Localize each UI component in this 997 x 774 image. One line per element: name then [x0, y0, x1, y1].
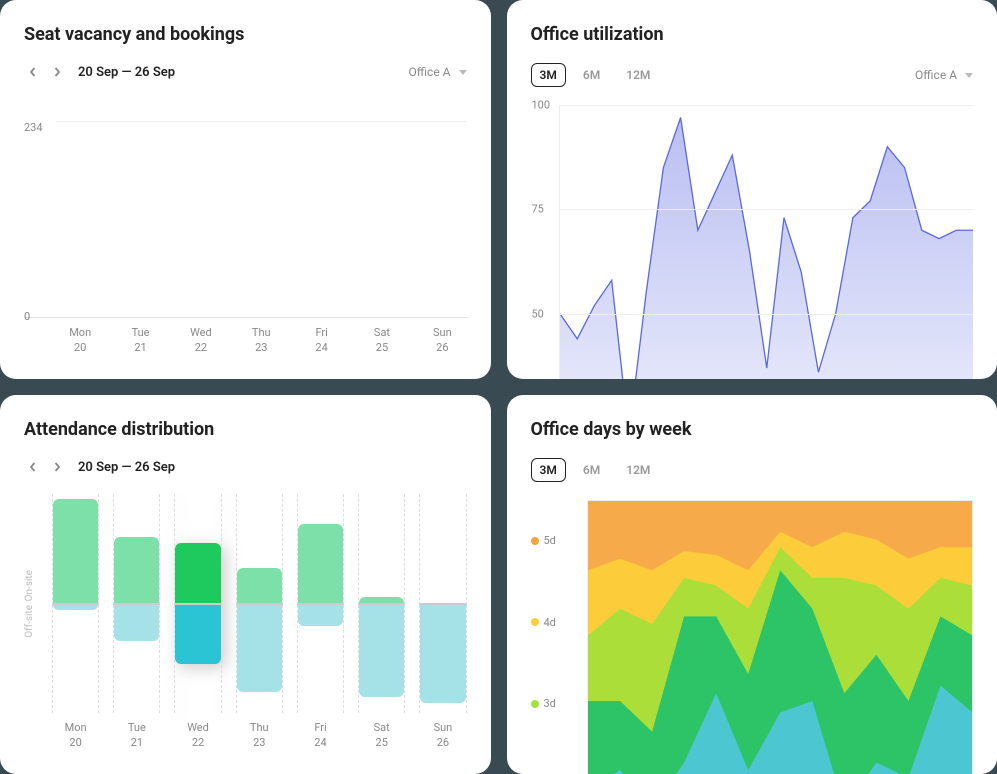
x-tick: Mon20 [52, 721, 99, 750]
prev-week-button[interactable] [24, 458, 42, 476]
bar-column[interactable] [113, 494, 160, 713]
card-title: Office utilization [531, 24, 974, 45]
x-tick: Mon20 [56, 326, 104, 355]
week-nav [24, 63, 66, 81]
x-tick: Fri24 [297, 721, 344, 750]
legend-item: 5d [531, 534, 575, 547]
onsite-axis-label: On-site [24, 570, 52, 601]
bar-column[interactable] [236, 494, 283, 713]
next-week-button[interactable] [48, 63, 66, 81]
range-pill[interactable]: 12M [617, 63, 659, 87]
y-tick: 50 [532, 307, 544, 320]
next-week-button[interactable] [48, 458, 66, 476]
seat-vacancy-chart: 234 0 Mon20 Tue21 Wed22 Thu23 Fri24 Sat25 Sun26 [24, 99, 467, 355]
bar-column[interactable] [174, 494, 221, 713]
date-range-label: 20 Sep — 26 Sep [78, 460, 175, 475]
x-tick: Tue21 [113, 721, 160, 750]
range-pill[interactable]: 6M [574, 63, 609, 87]
controls-row: 20 Sep — 26 Sep [24, 458, 467, 476]
range-pill[interactable]: 3M [531, 458, 566, 482]
x-tick: Fri24 [297, 326, 345, 355]
card-seat-vacancy: Seat vacancy and bookings 20 Sep — 26 Se… [0, 0, 491, 379]
bar-column[interactable] [358, 494, 405, 713]
utilization-chart: 1007550250 SepOct [531, 105, 974, 379]
card-office-utilization: Office utilization 3M 6M 12M Office A 100 7… [507, 0, 997, 379]
attendance-chart: On-site Off-site [24, 494, 467, 713]
x-tick: Tue21 [116, 326, 164, 355]
x-tick: Sat25 [358, 721, 405, 750]
x-tick: Sun26 [418, 326, 466, 355]
y-tick: 234 [24, 121, 43, 134]
x-tick: Wed22 [177, 326, 225, 355]
offsite-axis-label: Off-site [24, 605, 52, 638]
range-pill[interactable]: 12M [617, 458, 659, 482]
prev-week-button[interactable] [24, 63, 42, 81]
card-title: Office days by week [531, 419, 974, 440]
range-pill[interactable]: 3M [531, 63, 566, 87]
chevron-down-icon [965, 73, 973, 78]
date-range-label: 20 Sep — 26 Sep [78, 65, 175, 80]
x-tick: Thu23 [236, 721, 283, 750]
range-selector: 3M 6M 12M [531, 458, 660, 482]
legend-item: 3d [531, 697, 575, 710]
y-tick: 0 [24, 310, 30, 323]
controls-row: 20 Sep — 26 Sep Office A [24, 63, 467, 81]
card-title: Seat vacancy and bookings [24, 24, 467, 45]
x-tick: Thu23 [237, 326, 285, 355]
chevron-down-icon [459, 70, 467, 75]
office-dropdown[interactable]: Office A [409, 65, 467, 79]
y-tick: 75 [532, 203, 544, 216]
card-title: Attendance distribution [24, 419, 467, 440]
controls-row: 3M 6M 12M Office A [531, 63, 974, 87]
bar-column[interactable] [297, 494, 344, 713]
office-days-chart: 5d4d3d2d1d SepOct [531, 500, 974, 774]
bar-column[interactable] [419, 494, 466, 713]
x-tick: Sun26 [419, 721, 466, 750]
x-tick: Sat25 [358, 326, 406, 355]
range-pill[interactable]: 6M [574, 458, 609, 482]
y-tick: 100 [532, 99, 551, 112]
bar-column[interactable] [52, 494, 99, 713]
card-office-days: Office days by week 3M6M12M 5d4d3d2d1d S… [507, 395, 997, 774]
range-selector: 3M 6M 12M [531, 63, 660, 87]
card-attendance-distribution: Attendance distribution 20 Sep — 26 Sep … [0, 395, 491, 774]
legend-item: 4d [531, 616, 575, 629]
controls-row: 3M 6M 12M [531, 458, 974, 482]
office-dropdown[interactable]: Office A [915, 68, 973, 82]
x-tick: Wed22 [174, 721, 221, 750]
week-nav [24, 458, 66, 476]
